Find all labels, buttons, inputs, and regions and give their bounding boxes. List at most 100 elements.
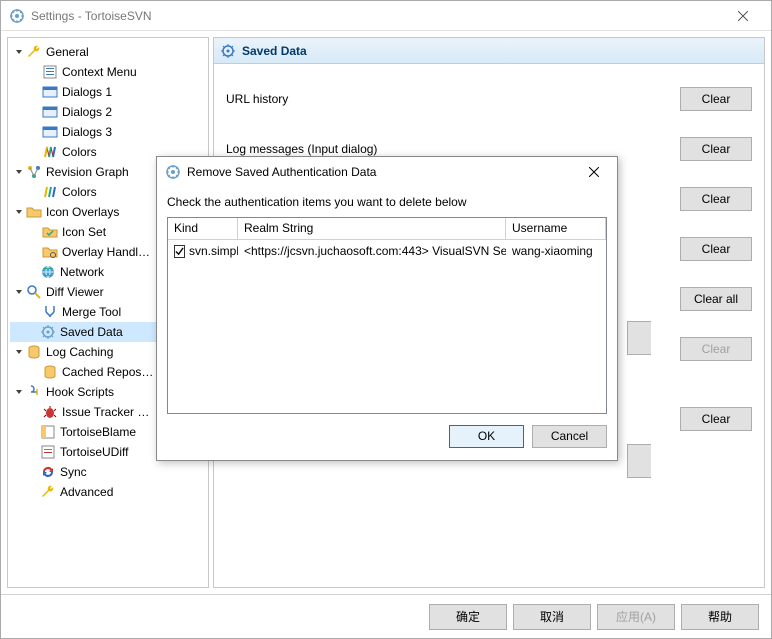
label-log-messages: Log messages (Input dialog) <box>226 142 377 156</box>
udiff-icon <box>40 444 56 460</box>
window-close-button[interactable] <box>723 1 763 31</box>
tree-item-context-menu[interactable]: Context Menu <box>10 62 206 82</box>
dialog-buttons: OK Cancel <box>167 414 607 450</box>
clear-all-button[interactable]: Clear all <box>680 287 752 311</box>
clear-button[interactable]: Clear <box>680 237 752 261</box>
tree-label: Saved Data <box>60 325 123 339</box>
tree-label: Issue Tracker … <box>62 405 149 419</box>
clear-button-disabled: Clear <box>680 337 752 361</box>
chevron-down-icon[interactable] <box>12 168 26 176</box>
tree-label: Icon Overlays <box>46 205 119 219</box>
cancel-button[interactable]: 取消 <box>513 604 591 630</box>
tree-label: Overlay Handl… <box>62 245 150 259</box>
app-icon <box>9 8 25 24</box>
tree-label: Log Caching <box>46 345 113 359</box>
tree-label: Advanced <box>60 485 113 499</box>
tree-item-dialogs3[interactable]: Dialogs 3 <box>10 122 206 142</box>
label-url-history: URL history <box>226 92 288 106</box>
dialog-body: Check the authentication items you want … <box>157 187 617 460</box>
palette-icon <box>42 184 58 200</box>
gear-icon <box>220 43 236 59</box>
tree-label: Colors <box>62 145 97 159</box>
menu-icon <box>42 64 58 80</box>
tree-label: TortoiseBlame <box>60 425 136 439</box>
col-user[interactable]: Username <box>506 218 606 240</box>
cell-user: wang-xiaoming <box>506 240 606 262</box>
cell-kind-text: svn.simple <box>189 244 238 258</box>
blame-icon <box>40 424 56 440</box>
list-header: Kind Realm String Username <box>168 218 606 240</box>
titlebar: Settings - TortoiseSVN <box>1 1 771 31</box>
wrench-icon <box>26 44 42 60</box>
dialog-titlebar: Remove Saved Authentication Data <box>157 157 617 187</box>
merge-icon <box>42 304 58 320</box>
folder-icon <box>26 204 42 220</box>
graph-icon <box>26 164 42 180</box>
row-checkbox[interactable] <box>174 245 185 258</box>
bug-icon <box>42 404 58 420</box>
chevron-down-icon[interactable] <box>12 48 26 56</box>
folder-check-icon <box>42 224 58 240</box>
wrench-icon <box>40 484 56 500</box>
dialog-icon <box>42 104 58 120</box>
hook-icon <box>26 384 42 400</box>
panel-title: Saved Data <box>242 44 307 58</box>
tree-item-general[interactable]: General <box>10 42 206 62</box>
col-kind[interactable]: Kind <box>168 218 238 240</box>
chevron-down-icon[interactable] <box>12 208 26 216</box>
col-realm[interactable]: Realm String <box>238 218 506 240</box>
dialog-icon <box>42 84 58 100</box>
cell-realm: <https://jcsvn.juchaosoft.com:443> Visua… <box>238 240 506 262</box>
tree-label: TortoiseUDiff <box>60 445 128 459</box>
help-button[interactable]: 帮助 <box>681 604 759 630</box>
tree-item-advanced[interactable]: Advanced <box>10 482 206 502</box>
partial-button[interactable] <box>627 444 651 478</box>
dialog-close-button[interactable] <box>579 157 609 187</box>
tree-label: Revision Graph <box>46 165 129 179</box>
database-icon <box>42 364 58 380</box>
clear-button[interactable]: Clear <box>680 407 752 431</box>
chevron-down-icon[interactable] <box>12 388 26 396</box>
chevron-down-icon[interactable] <box>12 288 26 296</box>
ok-button[interactable]: 确定 <box>429 604 507 630</box>
tree-item-sync[interactable]: Sync <box>10 462 206 482</box>
tree-label: General <box>46 45 89 59</box>
clear-log-messages-button[interactable]: Clear <box>680 137 752 161</box>
tree-label: Dialogs 2 <box>62 105 112 119</box>
clear-url-history-button[interactable]: Clear <box>680 87 752 111</box>
tree-label: Dialogs 3 <box>62 125 112 139</box>
clear-button[interactable]: Clear <box>680 187 752 211</box>
tree-label: Colors <box>62 185 97 199</box>
gear-icon <box>165 164 181 180</box>
tree-label: Dialogs 1 <box>62 85 112 99</box>
dialog-prompt: Check the authentication items you want … <box>167 195 607 209</box>
dialog-ok-button[interactable]: OK <box>449 425 524 448</box>
gear-icon <box>40 324 56 340</box>
chevron-down-icon[interactable] <box>12 348 26 356</box>
dialog-icon <box>42 124 58 140</box>
tree-label: Diff Viewer <box>46 285 104 299</box>
tree-item-dialogs1[interactable]: Dialogs 1 <box>10 82 206 102</box>
remove-auth-dialog: Remove Saved Authentication Data Check t… <box>156 156 618 461</box>
database-icon <box>26 344 42 360</box>
partial-button[interactable] <box>627 321 651 355</box>
panel-header: Saved Data <box>214 38 764 64</box>
dialog-cancel-button[interactable]: Cancel <box>532 425 607 448</box>
tree-label: Sync <box>60 465 87 479</box>
window-title: Settings - TortoiseSVN <box>31 9 723 23</box>
magnifier-icon <box>26 284 42 300</box>
dialog-title: Remove Saved Authentication Data <box>187 165 579 179</box>
apply-button: 应用(A) <box>597 604 675 630</box>
list-row[interactable]: svn.simple <https://jcsvn.juchaosoft.com… <box>168 240 606 262</box>
tree-label: Context Menu <box>62 65 137 79</box>
tree-label: Hook Scripts <box>46 385 114 399</box>
palette-icon <box>42 144 58 160</box>
footer: 确定 取消 应用(A) 帮助 <box>1 594 771 638</box>
tree-label: Icon Set <box>62 225 106 239</box>
tree-label: Cached Repos… <box>62 365 153 379</box>
tree-item-dialogs2[interactable]: Dialogs 2 <box>10 102 206 122</box>
folder-gear-icon <box>42 244 58 260</box>
tree-label: Merge Tool <box>62 305 121 319</box>
row-url-history: URL history Clear <box>226 74 752 124</box>
auth-list[interactable]: Kind Realm String Username svn.simple <h… <box>167 217 607 414</box>
